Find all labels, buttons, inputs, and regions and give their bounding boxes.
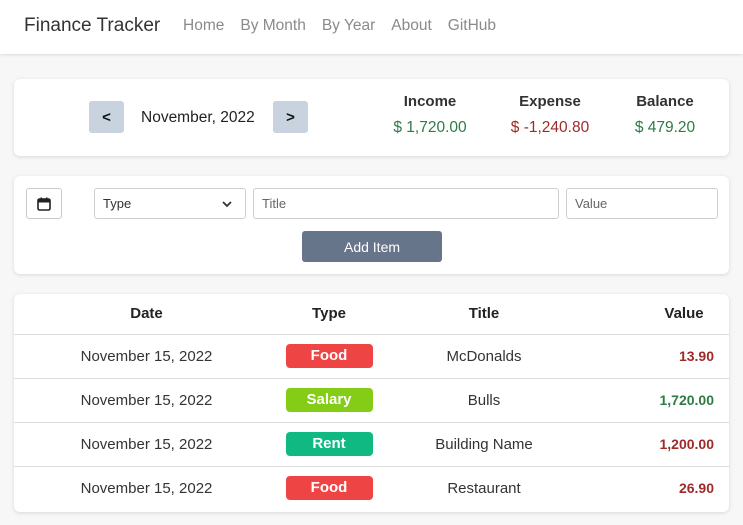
nav-links: Home By Month By Year About GitHub [183, 17, 512, 35]
current-month-label: November, 2022 [141, 109, 255, 126]
income-label: Income [403, 93, 457, 110]
add-item-form: Type Title Value Add Item [14, 176, 729, 274]
type-select[interactable]: Type [94, 188, 246, 219]
title-input[interactable]: Title [253, 188, 559, 219]
nav-link-home[interactable]: Home [183, 17, 224, 35]
column-header-type[interactable]: Type [279, 294, 379, 335]
row-value: 1,720.00 [589, 378, 729, 423]
chevron-down-icon [222, 201, 232, 208]
nav-link-about[interactable]: About [391, 17, 432, 35]
expense-value: $ -1,240.80 [510, 119, 590, 136]
row-title: McDonalds [379, 334, 589, 379]
transactions-table: Date Type Title Value November 15, 2022 … [14, 294, 729, 510]
column-header-value[interactable]: Value [589, 294, 729, 335]
balance-label: Balance [636, 93, 694, 110]
balance-summary: Balance $ 479.20 [610, 93, 720, 137]
table-row[interactable]: November 15, 2022 Food Restaurant 26.90 [14, 466, 729, 510]
add-item-button[interactable]: Add Item [302, 231, 442, 262]
table-row[interactable]: November 15, 2022 Food McDonalds 13.90 [14, 334, 729, 379]
value-input[interactable]: Value [566, 188, 718, 219]
table-row[interactable]: November 15, 2022 Salary Bulls 1,720.00 [14, 378, 729, 423]
next-month-button[interactable]: > [273, 101, 308, 133]
column-header-title[interactable]: Title [379, 294, 589, 335]
calendar-icon [37, 197, 51, 211]
row-date: November 15, 2022 [14, 334, 279, 379]
row-title: Bulls [379, 378, 589, 423]
row-value: 26.90 [678, 480, 714, 497]
row-value: 1,200.00 [589, 422, 729, 467]
month-summary-card: < November, 2022 > Income $ 1,720.00 Exp… [14, 79, 729, 156]
row-title: Restaurant [447, 479, 521, 497]
type-select-value: Type [103, 196, 132, 211]
previous-month-button[interactable]: < [89, 101, 124, 133]
type-badge-food: Food [285, 476, 373, 501]
column-header-date[interactable]: Date [14, 294, 279, 335]
row-date: November 15, 2022 [80, 479, 213, 497]
income-value: $ 1,720.00 [393, 119, 467, 136]
type-badge-food: Food [285, 344, 373, 368]
expense-summary: Expense $ -1,240.80 [495, 93, 605, 137]
brand-title[interactable]: Finance Tracker [24, 15, 160, 37]
title-placeholder: Title [262, 196, 287, 211]
table-header-row: Date Type Title Value [14, 294, 729, 335]
nav-link-by-month[interactable]: By Month [240, 17, 305, 35]
row-title: Building Name [379, 422, 589, 467]
balance-value: $ 479.20 [634, 119, 696, 136]
row-date: November 15, 2022 [14, 378, 279, 423]
expense-label: Expense [519, 93, 581, 110]
date-picker-button[interactable] [26, 188, 62, 219]
transactions-table-card: Date Type Title Value November 15, 2022 … [14, 294, 729, 512]
income-summary: Income $ 1,720.00 [375, 93, 485, 137]
table-row[interactable]: November 15, 2022 Rent Building Name 1,2… [14, 422, 729, 467]
row-date: November 15, 2022 [14, 422, 279, 467]
value-placeholder: Value [575, 196, 608, 211]
navbar: Finance Tracker Home By Month By Year Ab… [0, 0, 743, 54]
type-badge-rent: Rent [285, 432, 373, 456]
nav-link-github[interactable]: GitHub [448, 17, 496, 35]
row-value: 13.90 [589, 334, 729, 379]
nav-link-by-year[interactable]: By Year [322, 17, 375, 35]
type-badge-salary: Salary [285, 388, 373, 412]
